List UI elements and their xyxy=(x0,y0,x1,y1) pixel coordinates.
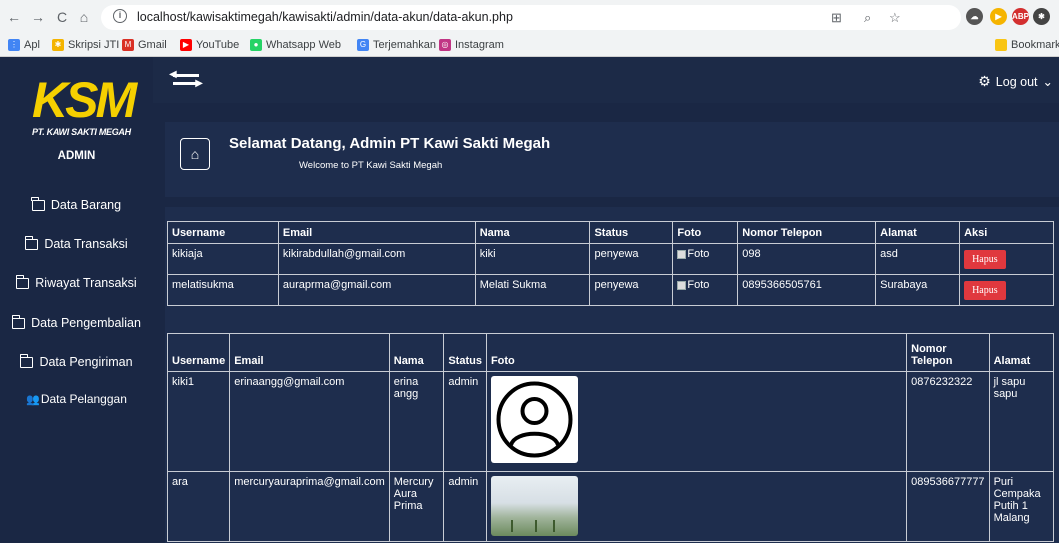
home-icon[interactable]: ⌂ xyxy=(180,138,210,170)
delete-button[interactable]: Hapus xyxy=(964,250,1006,269)
sidebar-item-data-pengembalian[interactable]: Data Pengembalian xyxy=(0,311,153,335)
table-header-row: Username Email Nama Status Foto Nomor Te… xyxy=(167,221,1054,244)
admin-table: Username Email Nama Status Foto Nomor Te… xyxy=(166,333,1055,542)
puzzle-extension-icon[interactable]: ✱ xyxy=(1033,8,1050,25)
gear-icon: ⚙ xyxy=(978,73,991,89)
bookmarks-bar: ⋮ Apl ✱ Skripsi JTI M Gmail ▶ YouTube ● Whats… xyxy=(0,35,1059,57)
folder-icon xyxy=(19,353,34,368)
welcome-subtitle: Welcome to PT Kawi Sakti Megah xyxy=(299,160,443,171)
youtube-icon: ▶ xyxy=(180,39,192,51)
ksm-logo: KSM PT. KAWI SAKTI MEGAH xyxy=(32,72,137,137)
topbar: ◀ ▶ ⚙ Log out ⌄ xyxy=(153,57,1059,103)
sidebar: KSM PT. KAWI SAKTI MEGAH ADMIN Data Bara… xyxy=(0,57,153,543)
play-extension-icon[interactable]: ▶ xyxy=(990,8,1007,25)
folder-icon xyxy=(15,274,30,289)
sidebar-item-riwayat-transaksi[interactable]: Riwayat Transaksi xyxy=(0,271,153,295)
back-icon[interactable]: ← xyxy=(6,9,22,25)
role-label: ADMIN xyxy=(57,150,96,162)
address-bar[interactable]: i localhost/kawisaktimegah/kawisakti/adm… xyxy=(101,5,961,30)
instagram-icon: ◎ xyxy=(439,39,451,51)
whatsapp-icon: ● xyxy=(250,39,262,51)
cloud-extension-icon[interactable]: ☁ xyxy=(966,8,983,25)
bookmark-youtube[interactable]: ▶ YouTube xyxy=(180,39,239,51)
bookmark-gmail[interactable]: M Gmail xyxy=(122,39,167,51)
table-row: kiki1 erinaangg@gmail.com erina angg adm… xyxy=(166,371,1055,472)
translate-icon[interactable]: ⊞ xyxy=(831,10,842,26)
star-icon[interactable]: ☆ xyxy=(889,10,901,26)
main-content: ⌂ Selamat Datang, Admin PT Kawi Sakti Me… xyxy=(153,103,1059,543)
welcome-title: Selamat Datang, Admin PT Kawi Sakti Mega… xyxy=(229,135,551,152)
sidebar-item-data-pengiriman[interactable]: Data Pengiriman xyxy=(0,350,153,374)
bookmark-translate[interactable]: G Terjemahkan xyxy=(357,39,436,51)
table-row: melatisukma auraprma@gmail.com Melati Su… xyxy=(167,274,1054,306)
admin-panel: Username Email Nama Status Foto Nomor Te… xyxy=(165,325,1059,543)
bookmark-others[interactable]: Bookmark l xyxy=(995,39,1059,51)
translate-bookmark-icon: G xyxy=(357,39,369,51)
sidebar-item-data-transaksi[interactable]: Data Transaksi xyxy=(0,232,153,256)
broken-image-icon: Foto xyxy=(677,279,709,291)
avatar xyxy=(490,376,578,463)
browser-chrome: ← → C ⌂ i localhost/kawisaktimegah/kawis… xyxy=(0,0,1059,57)
zoom-icon[interactable]: ⌕ xyxy=(864,10,871,26)
adblock-extension-icon[interactable]: ABP xyxy=(1012,8,1029,25)
star-bookmark-icon: ✱ xyxy=(52,39,64,51)
penyewa-panel: Username Email Nama Status Foto Nomor Te… xyxy=(165,207,1059,325)
bookmark-apps[interactable]: ⋮ Apl xyxy=(8,39,40,51)
gmail-icon: M xyxy=(122,39,134,51)
broken-image-icon: Foto xyxy=(677,248,709,260)
sidebar-toggle-icon[interactable]: ◀ ▶ xyxy=(169,69,203,91)
logout-menu[interactable]: ⚙ Log out ⌄ xyxy=(978,73,1053,90)
bookmark-instagram[interactable]: ◎ Instagram xyxy=(439,39,504,51)
delete-button[interactable]: Hapus xyxy=(964,281,1006,300)
apps-icon: ⋮ xyxy=(8,39,20,51)
folder-bookmark-icon xyxy=(995,39,1007,51)
table-row: kikiaja kikirabdullah@gmail.com kiki pen… xyxy=(167,243,1054,275)
bookmark-whatsapp[interactable]: ● Whatsapp Web xyxy=(250,39,341,51)
sidebar-item-data-barang[interactable]: Data Barang xyxy=(0,193,153,217)
welcome-panel: ⌂ Selamat Datang, Admin PT Kawi Sakti Me… xyxy=(165,122,1059,197)
folder-icon xyxy=(11,314,26,329)
chevron-down-icon: ⌄ xyxy=(1042,75,1053,89)
bookmark-skripsi[interactable]: ✱ Skripsi JTI xyxy=(52,39,119,51)
user-avatar-icon xyxy=(496,381,573,458)
home-nav-icon[interactable]: ⌂ xyxy=(76,9,92,25)
table-header-row: Username Email Nama Status Foto Nomor Te… xyxy=(166,333,1055,372)
user-photo xyxy=(490,476,578,536)
users-icon: 👥 xyxy=(26,393,40,406)
table-row: ara mercuryauraprima@gmail.com Mercury A… xyxy=(166,471,1055,542)
folder-icon xyxy=(24,235,39,250)
sidebar-item-data-pelanggan[interactable]: 👥 Data Pelanggan xyxy=(0,387,153,411)
folder-icon xyxy=(31,196,45,211)
site-info-icon[interactable]: i xyxy=(113,9,127,23)
forward-icon[interactable]: → xyxy=(30,9,46,25)
reload-icon[interactable]: C xyxy=(54,9,70,25)
url-text: localhost/kawisaktimegah/kawisakti/admin… xyxy=(137,10,513,24)
address-row: ← → C ⌂ i localhost/kawisaktimegah/kawis… xyxy=(0,0,1059,35)
penyewa-table: Username Email Nama Status Foto Nomor Te… xyxy=(167,221,1054,306)
